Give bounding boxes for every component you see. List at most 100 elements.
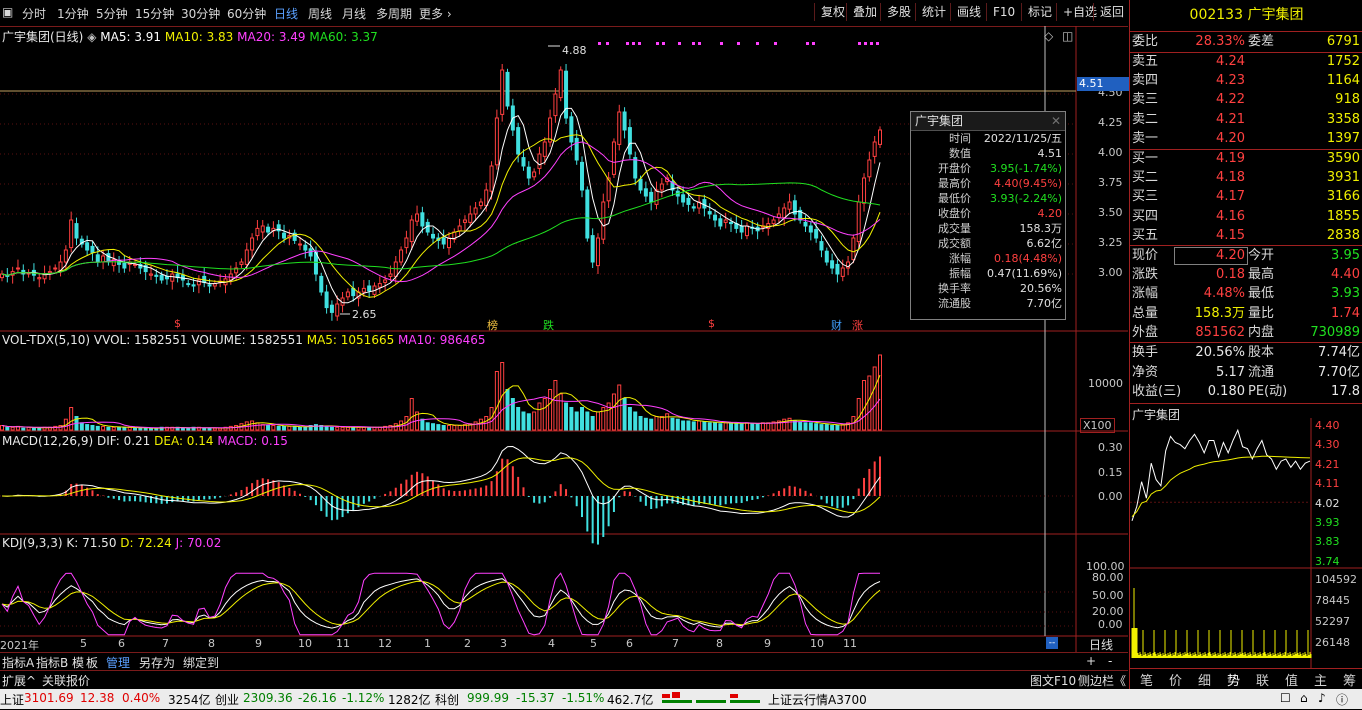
close-icon[interactable]: ✕: [1051, 114, 1061, 128]
tab-1min[interactable]: 1分钟: [57, 5, 89, 22]
kdj-indicator-name[interactable]: KDJ(9,3,3): [2, 536, 63, 550]
orderbook-volume: 1397: [1326, 130, 1360, 146]
x-axis-label: 9: [255, 637, 262, 650]
x-axis-label: 3: [500, 637, 507, 650]
popup-row-value: 0.47(11.69%): [986, 267, 1062, 280]
orderbook-row[interactable]: 卖二 4.21 3358: [1130, 110, 1362, 129]
multi-stock-button[interactable]: 多股: [880, 3, 915, 21]
orderbook-row[interactable]: 卖四 4.23 1164: [1130, 71, 1362, 90]
event-marker[interactable]: 涨: [852, 317, 863, 333]
tab-monthly[interactable]: 月线: [342, 5, 366, 22]
related-quote-button[interactable]: 关联报价: [42, 672, 90, 689]
bind-to-button[interactable]: 绑定到: [183, 654, 219, 671]
panel-tab[interactable]: 势: [1227, 670, 1240, 689]
info-icon[interactable]: ⓘ: [1336, 691, 1348, 708]
orderbook-row[interactable]: 卖三 4.22 918: [1130, 90, 1362, 109]
orderbook-level: 买五: [1132, 227, 1159, 243]
panel-tab[interactable]: 价: [1169, 670, 1182, 689]
tab-weekly[interactable]: 周线: [308, 5, 332, 22]
volume-bars: [0, 354, 882, 431]
volume-bar: [819, 424, 824, 431]
popup-row-value: 20.56%: [1020, 282, 1062, 295]
orderbook-volume: 3166: [1326, 189, 1360, 205]
candle-body: [532, 171, 537, 178]
tab-60min[interactable]: 60分钟: [227, 5, 266, 22]
board-button[interactable]: 板: [86, 654, 98, 671]
tab-fenshi[interactable]: 分时: [22, 5, 46, 22]
candle-body: [324, 291, 329, 309]
candle-body: [569, 116, 574, 143]
panel-tab[interactable]: 筹: [1343, 670, 1356, 689]
bell-icon[interactable]: ♪: [1318, 691, 1326, 705]
orderbook-row[interactable]: 买三 4.17 3166: [1130, 187, 1362, 206]
tab-daily[interactable]: 日线: [274, 5, 298, 22]
save-as-button[interactable]: 另存为: [139, 654, 175, 671]
lock-icon[interactable]: ⌂: [1300, 691, 1308, 705]
candle-body: [713, 214, 718, 221]
sidebar-toggle-button[interactable]: 侧边栏《: [1078, 672, 1126, 689]
draw-line-button[interactable]: 画线: [950, 3, 985, 21]
tab-multi-period[interactable]: 多周期: [376, 5, 412, 22]
panel-tab[interactable]: 细: [1198, 670, 1211, 689]
orderbook-level: 买三: [1132, 189, 1159, 205]
orderbook-row[interactable]: 买一 4.19 3590: [1130, 149, 1362, 168]
kc-amount: 462.7亿: [607, 693, 654, 707]
orderbook-price: 4.24: [1216, 54, 1245, 69]
kline-info-popup: 广宇集团 ✕ 时间 2022/11/25/五 数值 4.51 开盘价 3.95(-1.74…: [910, 111, 1066, 320]
indicator-toolbar: 指标A 指标B 模 板 管理 另存为 绑定到 + -: [0, 652, 1128, 671]
weibi-row: 委比 28.33% 委差 6791: [1130, 32, 1362, 51]
volume-indicator-name[interactable]: VOL-TDX(5,10): [2, 333, 90, 347]
signal-dot: [632, 42, 635, 45]
orderbook-volume: 1164: [1326, 73, 1360, 89]
panel-tab[interactable]: 笔: [1140, 670, 1153, 689]
f10-text-button[interactable]: 图文F10: [1030, 672, 1076, 689]
tab-30min[interactable]: 30分钟: [181, 5, 220, 22]
panel-toggle-icon[interactable]: ▣: [2, 5, 13, 19]
manage-button[interactable]: 管理: [106, 654, 130, 671]
indicator-a-button[interactable]: 指标A: [2, 654, 34, 671]
zoom-in-icon[interactable]: +: [1086, 654, 1096, 668]
volume-bar: [138, 427, 143, 431]
event-marker[interactable]: 跌: [543, 317, 554, 333]
kdj-k-label: K: 71.50: [66, 536, 117, 550]
kdj-title-row: KDJ(9,3,3) K: 71.50 D: 72.24 J: 70.02: [2, 536, 221, 550]
f10-button[interactable]: F10: [986, 3, 1019, 21]
cy-index-label[interactable]: 创业: [215, 691, 239, 708]
volume-bar: [95, 425, 100, 431]
orderbook-row[interactable]: 买五 4.15 2838: [1130, 226, 1362, 245]
event-marker[interactable]: 财: [831, 317, 842, 333]
panel-tab[interactable]: 主: [1314, 670, 1327, 689]
orderbook-row[interactable]: 卖五 4.24 1752: [1130, 52, 1362, 71]
panel-tab[interactable]: 联: [1256, 670, 1269, 689]
statistics-button[interactable]: 统计: [915, 3, 950, 21]
tab-15min[interactable]: 15分钟: [135, 5, 174, 22]
kc-index-label[interactable]: 科创: [435, 691, 459, 708]
mark-button[interactable]: 标记: [1021, 3, 1056, 21]
overlay-button[interactable]: 叠加: [846, 3, 881, 21]
orderbook-row[interactable]: 卖一 4.20 1397: [1130, 129, 1362, 148]
fuquan-button[interactable]: 复权: [814, 3, 849, 21]
orderbook-row[interactable]: 买二 4.18 3931: [1130, 168, 1362, 187]
window-icon[interactable]: ☐: [1280, 691, 1291, 705]
expand-button[interactable]: 扩展^: [2, 672, 36, 689]
candle-body: [548, 117, 553, 143]
indicator-b-button[interactable]: 指标B: [36, 654, 68, 671]
x-axis-label: 6: [626, 637, 633, 650]
volume-bar: [872, 366, 877, 431]
tab-5min[interactable]: 5分钟: [96, 5, 128, 22]
template-button[interactable]: 模: [72, 654, 84, 671]
event-marker[interactable]: $: [708, 317, 715, 330]
orderbook-volume: 3931: [1326, 170, 1360, 186]
event-marker[interactable]: 榜: [487, 317, 498, 333]
panel-tab[interactable]: 值: [1285, 670, 1298, 689]
event-marker[interactable]: $: [174, 317, 181, 330]
zoom-out-icon[interactable]: -: [1108, 654, 1112, 668]
cloud-quote-label[interactable]: 上证云行情A3700: [768, 691, 867, 708]
macd-indicator-name[interactable]: MACD(12,26,9): [2, 434, 93, 448]
sh-index-label[interactable]: 上证: [0, 691, 24, 708]
tab-more[interactable]: 更多 ›: [419, 5, 452, 22]
back-button[interactable]: 返回: [1093, 3, 1128, 21]
period-label: 日线: [1089, 638, 1114, 652]
price-axis-label: 3.50: [1098, 206, 1123, 219]
orderbook-row[interactable]: 买四 4.16 1855: [1130, 207, 1362, 226]
